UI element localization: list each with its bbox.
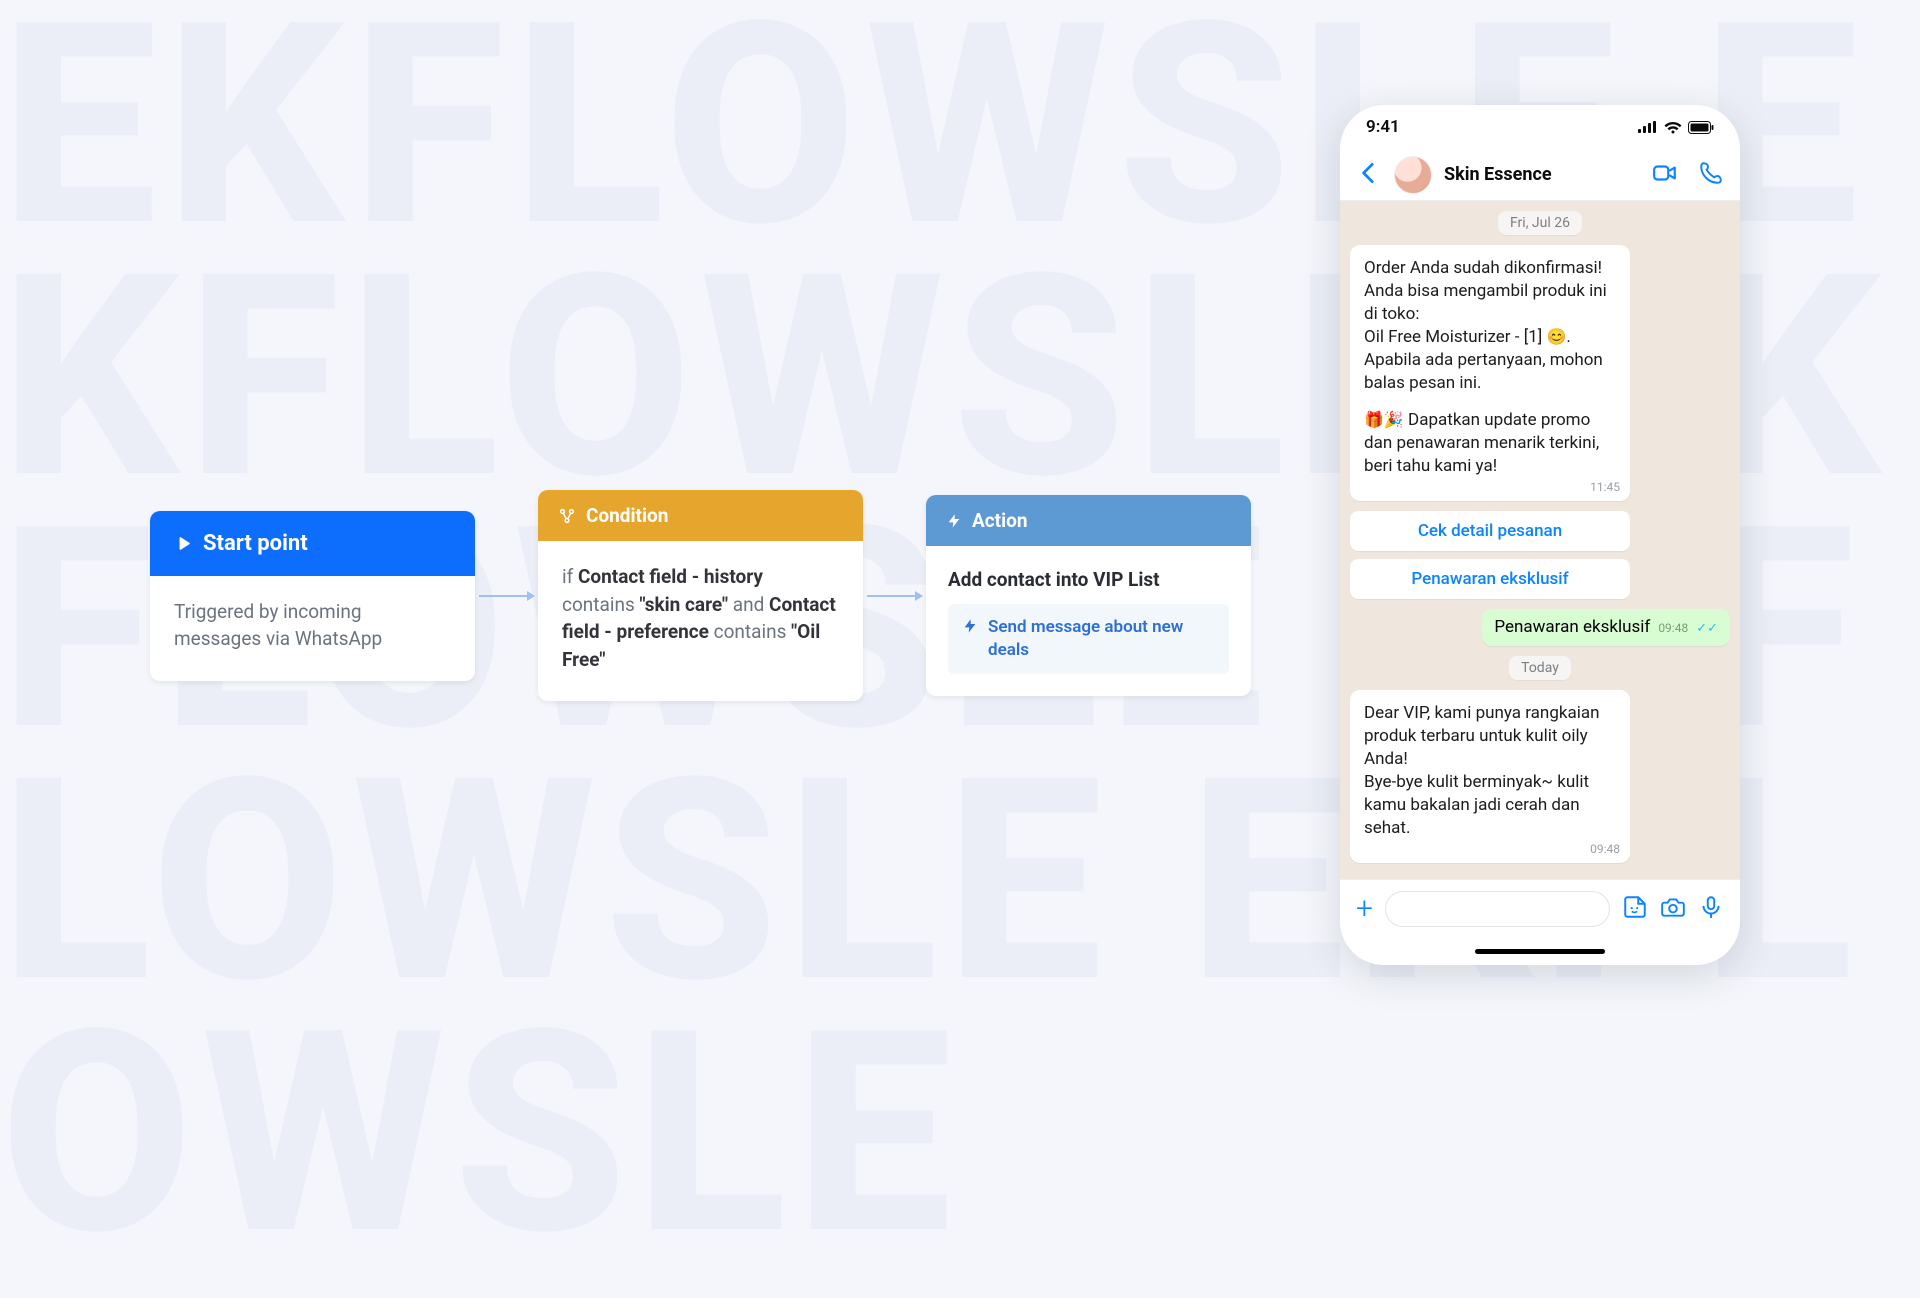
- message-incoming: Dear VIP, kami punya rangkaian produk te…: [1350, 690, 1630, 864]
- quick-reply-button[interactable]: Cek detail pesanan: [1350, 511, 1630, 551]
- action-title-label: Action: [972, 509, 1028, 532]
- voice-call-button[interactable]: [1698, 160, 1724, 190]
- avatar[interactable]: [1394, 156, 1432, 194]
- action-header: Action: [926, 495, 1251, 546]
- smile-icon: 😊: [1546, 327, 1566, 346]
- message-input[interactable]: [1385, 891, 1610, 927]
- condition-body: if Contact field - history contains "ski…: [538, 541, 863, 701]
- message-incoming: Order Anda sudah dikonfirmasi! Anda bisa…: [1350, 245, 1630, 501]
- bolt-icon: [946, 513, 962, 529]
- action-sub-text: Send message about new deals: [988, 616, 1215, 662]
- quick-reply-button[interactable]: Penawaran eksklusif: [1350, 559, 1630, 599]
- message-time: 11:45: [1590, 479, 1620, 495]
- status-time: 9:41: [1366, 117, 1400, 137]
- mic-button[interactable]: [1698, 894, 1724, 924]
- message-outgoing: Penawaran eksklusif 09:48 ✓✓: [1482, 609, 1730, 645]
- action-body: Add contact into VIP List Send message a…: [926, 546, 1251, 695]
- chat-header: Skin Essence: [1340, 149, 1740, 201]
- flow-node-action[interactable]: Action Add contact into VIP List Send me…: [926, 495, 1251, 695]
- sticker-button[interactable]: [1622, 894, 1648, 924]
- camera-button[interactable]: [1660, 894, 1686, 924]
- chat-body[interactable]: Fri, Jul 26 Order Anda sudah dikonfirmas…: [1340, 201, 1740, 879]
- phone-mockup: 9:41 Skin Essence Fri, Jul 26 Order Anda…: [1340, 105, 1740, 965]
- condition-header: Condition: [538, 490, 863, 541]
- sticker-icon: [1622, 894, 1648, 920]
- contact-name[interactable]: Skin Essence: [1444, 164, 1640, 185]
- flow-arrow: [867, 595, 922, 597]
- back-button[interactable]: [1356, 160, 1382, 190]
- date-divider: Fri, Jul 26: [1498, 211, 1582, 235]
- flow-node-condition[interactable]: Condition if Contact field - history con…: [538, 490, 863, 701]
- home-indicator: [1340, 937, 1740, 965]
- attach-button[interactable]: +: [1356, 891, 1373, 926]
- wifi-icon: [1664, 121, 1682, 134]
- action-main-text: Add contact into VIP List: [948, 566, 1229, 594]
- camera-icon: [1660, 894, 1686, 920]
- video-icon: [1652, 160, 1678, 186]
- bolt-icon: [962, 618, 978, 634]
- flow-arrow: [479, 595, 534, 597]
- start-title: Start point: [203, 531, 308, 556]
- condition-title: Condition: [586, 504, 668, 527]
- action-sub-step: Send message about new deals: [948, 604, 1229, 674]
- message-time: 09:48: [1658, 621, 1688, 635]
- phone-icon: [1698, 160, 1724, 186]
- chat-input-bar: +: [1340, 879, 1740, 937]
- video-call-button[interactable]: [1652, 160, 1678, 190]
- start-body: Triggered by incoming messages via Whats…: [150, 576, 475, 681]
- flow-node-start[interactable]: Start point Triggered by incoming messag…: [150, 511, 475, 681]
- mic-icon: [1698, 894, 1724, 920]
- status-icons: [1638, 121, 1714, 134]
- date-divider: Today: [1509, 656, 1571, 680]
- message-time: 09:48: [1590, 841, 1620, 857]
- play-icon: [174, 534, 193, 553]
- battery-icon: [1688, 121, 1714, 134]
- gift-icon: 🎁🎉: [1364, 410, 1404, 429]
- flow-canvas: Start point Triggered by incoming messag…: [150, 490, 1251, 701]
- start-header: Start point: [150, 511, 475, 576]
- status-bar: 9:41: [1340, 105, 1740, 149]
- message-text: Penawaran eksklusif: [1494, 617, 1650, 637]
- branch-icon: [558, 507, 576, 525]
- chevron-left-icon: [1356, 160, 1382, 186]
- signal-icon: [1638, 121, 1658, 133]
- read-ticks-icon: ✓✓: [1696, 621, 1718, 637]
